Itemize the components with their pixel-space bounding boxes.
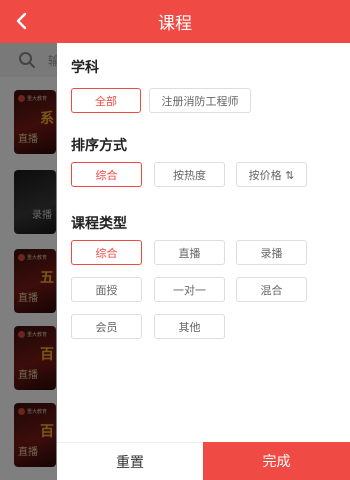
tag-sort-overall[interactable]: 综合 (71, 162, 142, 187)
chevron-left-icon (16, 12, 27, 30)
filter-drawer: 学科 全部 注册消防工程师 排序方式 综合 按热度 按价格 ⇅ 课程类型 综合 … (57, 43, 350, 480)
done-button[interactable]: 完成 (203, 442, 350, 480)
tag-type-one-on-one[interactable]: 一对一 (154, 277, 225, 302)
drawer-footer: 重置 完成 (57, 442, 350, 480)
tag-sort-popularity[interactable]: 按热度 (154, 162, 225, 187)
tag-type-in-person[interactable]: 面授 (71, 277, 142, 302)
section-title-subject: 学科 (71, 60, 99, 76)
tag-type-other[interactable]: 其他 (154, 314, 225, 339)
page-title: 课程 (158, 14, 192, 34)
tag-type-live[interactable]: 直播 (154, 240, 225, 265)
tag-type-recorded[interactable]: 录播 (236, 240, 307, 265)
tag-subject-all[interactable]: 全部 (71, 88, 141, 113)
tag-type-member[interactable]: 会员 (71, 314, 142, 339)
tag-type-overall[interactable]: 综合 (71, 240, 142, 265)
back-button[interactable] (10, 10, 32, 32)
reset-button[interactable]: 重置 (57, 442, 203, 480)
section-title-course-type: 课程类型 (71, 216, 127, 232)
tag-sort-price[interactable]: 按价格 ⇅ (236, 162, 307, 187)
section-title-sort: 排序方式 (71, 138, 127, 154)
app-header: 课程 (0, 0, 350, 43)
tag-type-mixed[interactable]: 混合 (236, 277, 307, 302)
tag-subject-fire-engineer[interactable]: 注册消防工程师 (149, 88, 251, 113)
